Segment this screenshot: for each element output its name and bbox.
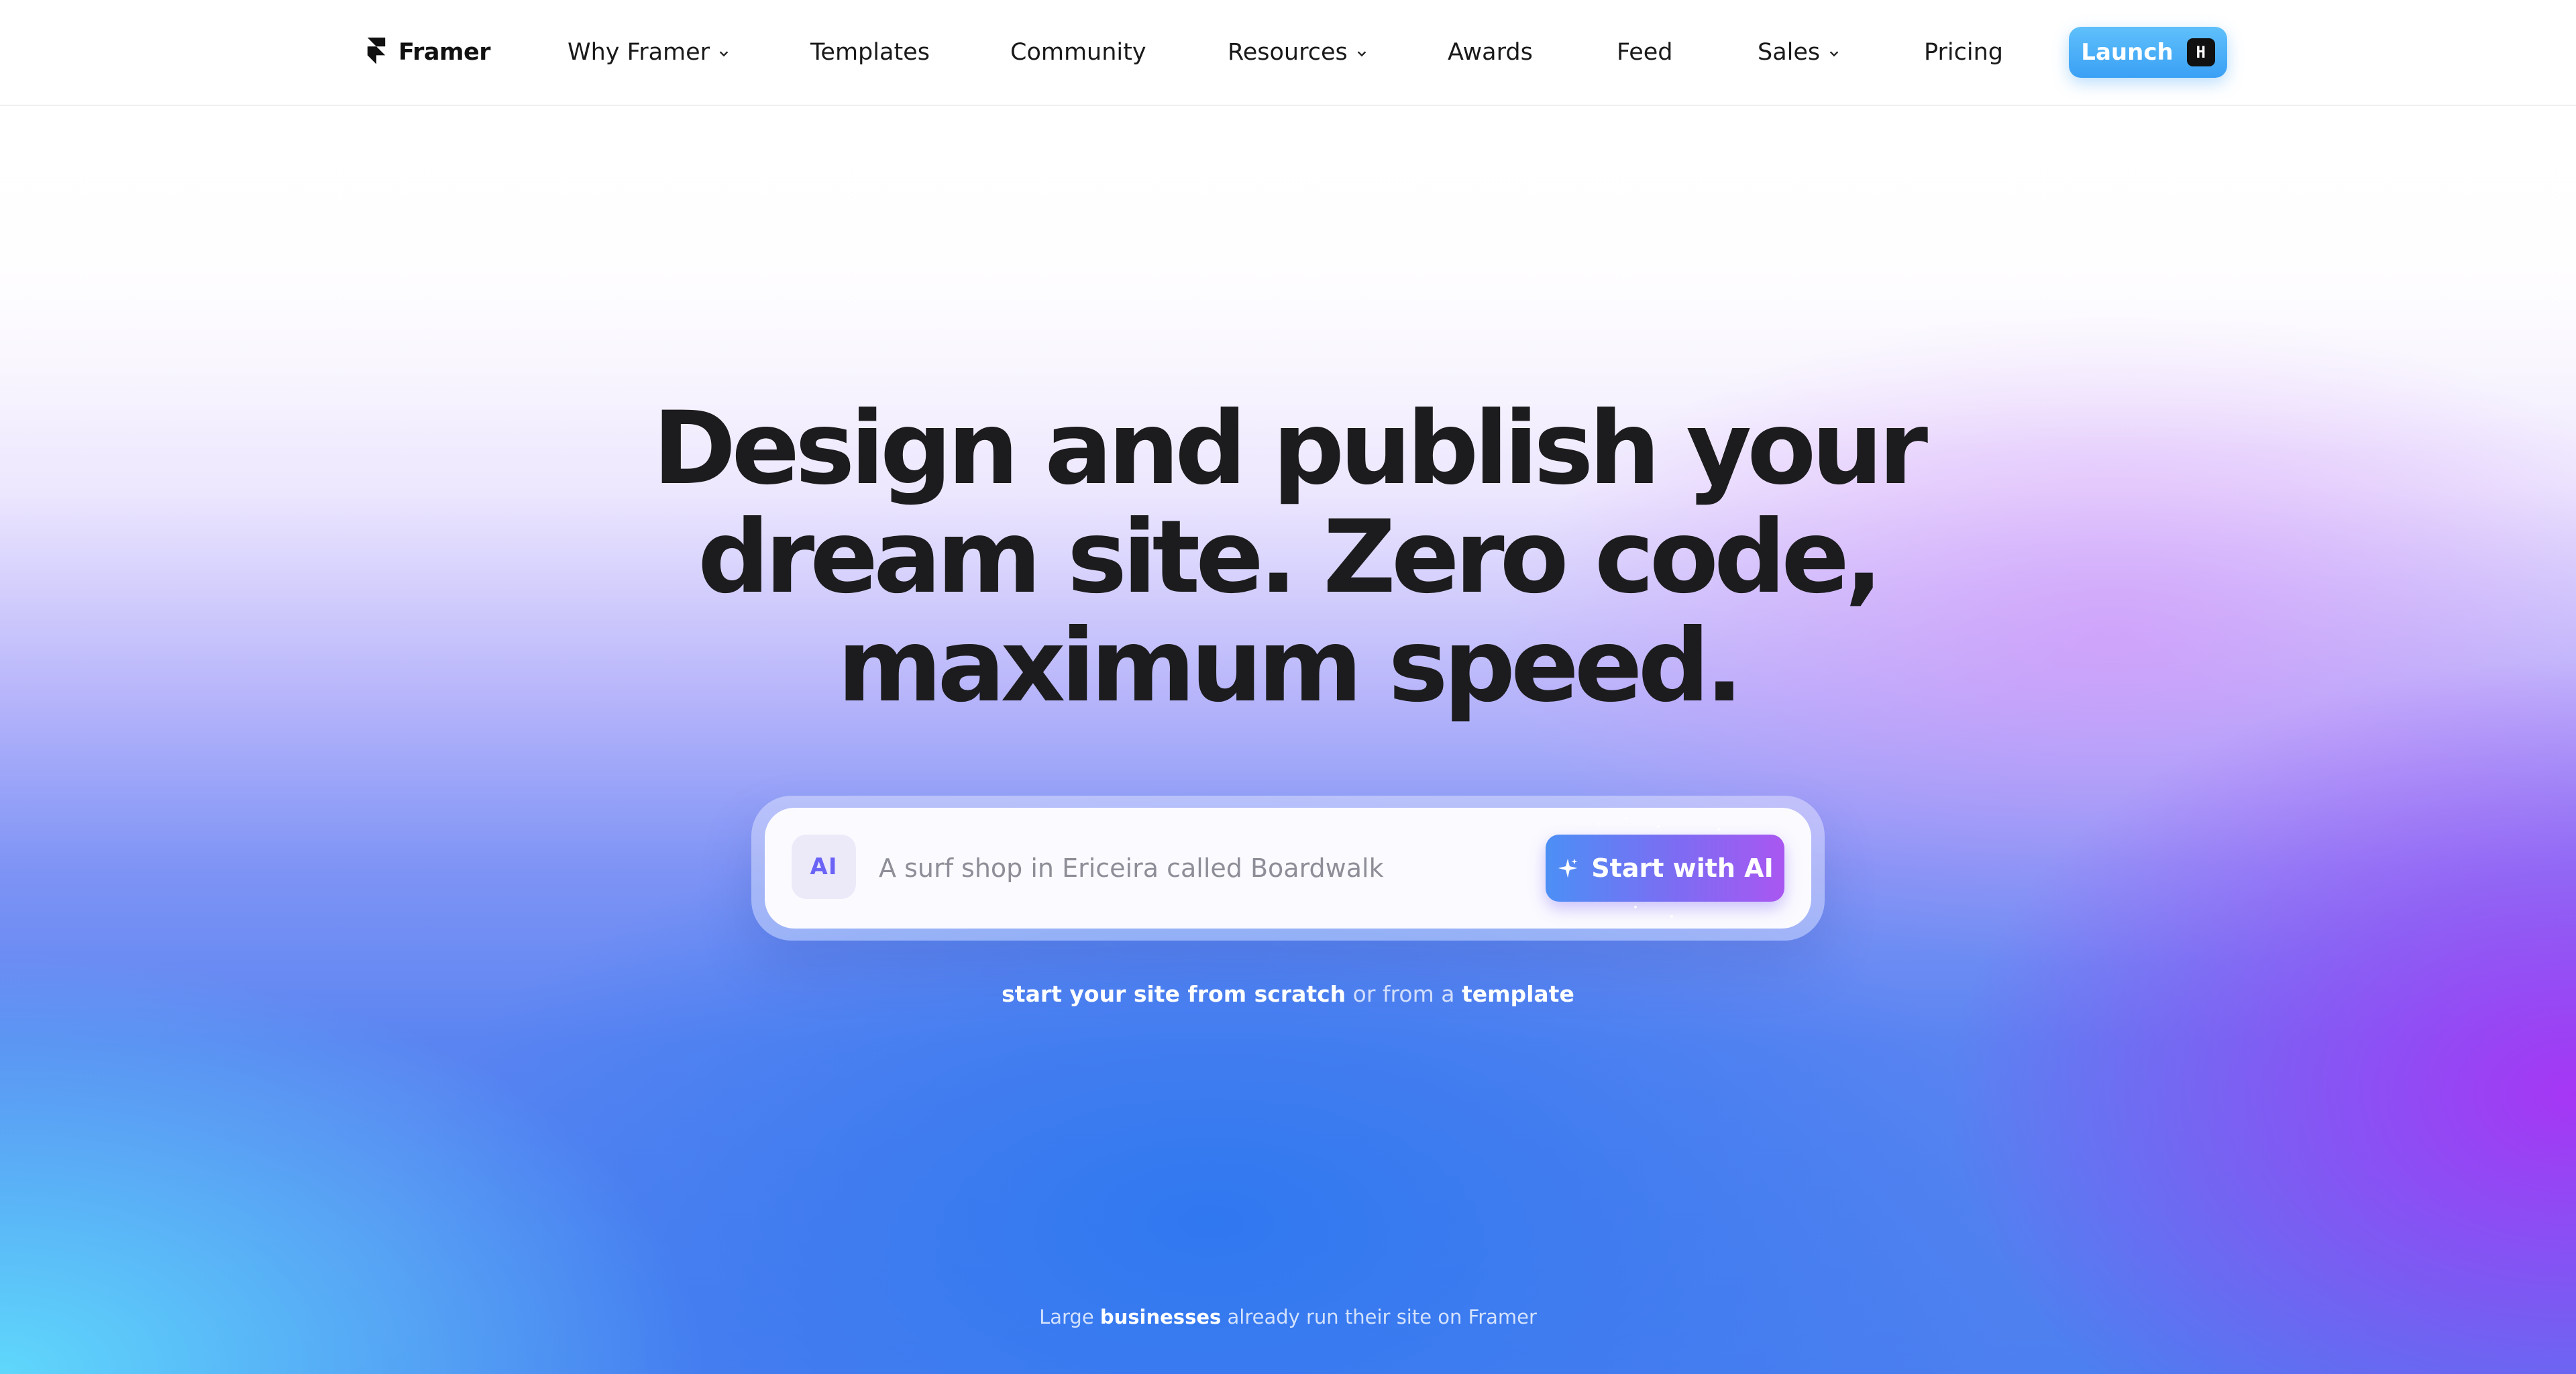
keyboard-shortcut-badge: H [2186, 38, 2215, 66]
headline-line: Design and publish your [652, 390, 1928, 507]
trust-footnote: Large businesses already run their site … [885, 1306, 1690, 1328]
footnote-suffix: already run their site on Framer [1227, 1306, 1537, 1328]
nav-item-sales[interactable]: Sales [1758, 34, 1840, 71]
footnote-prefix: Large [1039, 1306, 1094, 1328]
site-description-input[interactable] [879, 844, 1550, 892]
subline-connector: or from a [1352, 981, 1455, 1007]
sparkle-icon [1558, 858, 1578, 878]
headline-line: maximum speed. [837, 608, 1743, 725]
nav-item-resources[interactable]: Resources [1228, 34, 1368, 71]
nav-item-why-framer[interactable]: Why Framer [568, 34, 730, 71]
nav-item-awards[interactable]: Awards [1448, 34, 1533, 71]
ai-badge-label: AI [810, 853, 838, 880]
nav-item-label: Community [1010, 39, 1146, 66]
launch-label: Launch [2081, 39, 2174, 66]
footnote-emphasis: businesses [1099, 1306, 1222, 1328]
nav-item-label: Pricing [1924, 39, 2003, 66]
nav-item-label: Templates [810, 39, 930, 66]
nav-item-pricing[interactable]: Pricing [1924, 34, 2003, 71]
start-from-scratch-link[interactable]: start your site from scratch [1002, 981, 1346, 1007]
start-with-ai-label: Start with AI [1591, 853, 1774, 883]
nav-item-label: Resources [1228, 39, 1348, 66]
chevron-down-icon [1357, 51, 1366, 57]
nav-item-feed[interactable]: Feed [1617, 34, 1673, 71]
hero-headline: Design and publish your dream site. Zero… [617, 394, 1959, 721]
nav-item-label: Why Framer [568, 39, 710, 66]
start-options-line: start your site from scratch or from a t… [885, 981, 1690, 1007]
logo-text: Framer [398, 39, 491, 66]
headline-line: dream site. Zero code, [698, 499, 1883, 616]
chevron-down-icon [719, 51, 729, 57]
framer-logo-icon [367, 38, 386, 64]
nav-item-label: Awards [1448, 39, 1533, 66]
ai-icon: AI [792, 835, 856, 899]
framer-logo[interactable]: Framer [366, 34, 491, 71]
start-from-template-link[interactable]: template [1462, 981, 1574, 1007]
hero-gradient-background [0, 106, 2576, 1374]
nav-item-label: Feed [1617, 39, 1673, 66]
chevron-down-icon [1829, 51, 1839, 57]
start-with-ai-button[interactable]: Start with AI [1546, 835, 1784, 902]
nav-item-templates[interactable]: Templates [810, 34, 930, 71]
nav-item-community[interactable]: Community [1010, 34, 1146, 71]
ai-prompt-box: AI Start with AI [765, 808, 1811, 929]
nav-item-label: Sales [1758, 39, 1821, 66]
top-navigation: Framer Why Framer Templates Community Re… [0, 0, 2576, 106]
launch-button[interactable]: Launch H [2069, 27, 2227, 78]
